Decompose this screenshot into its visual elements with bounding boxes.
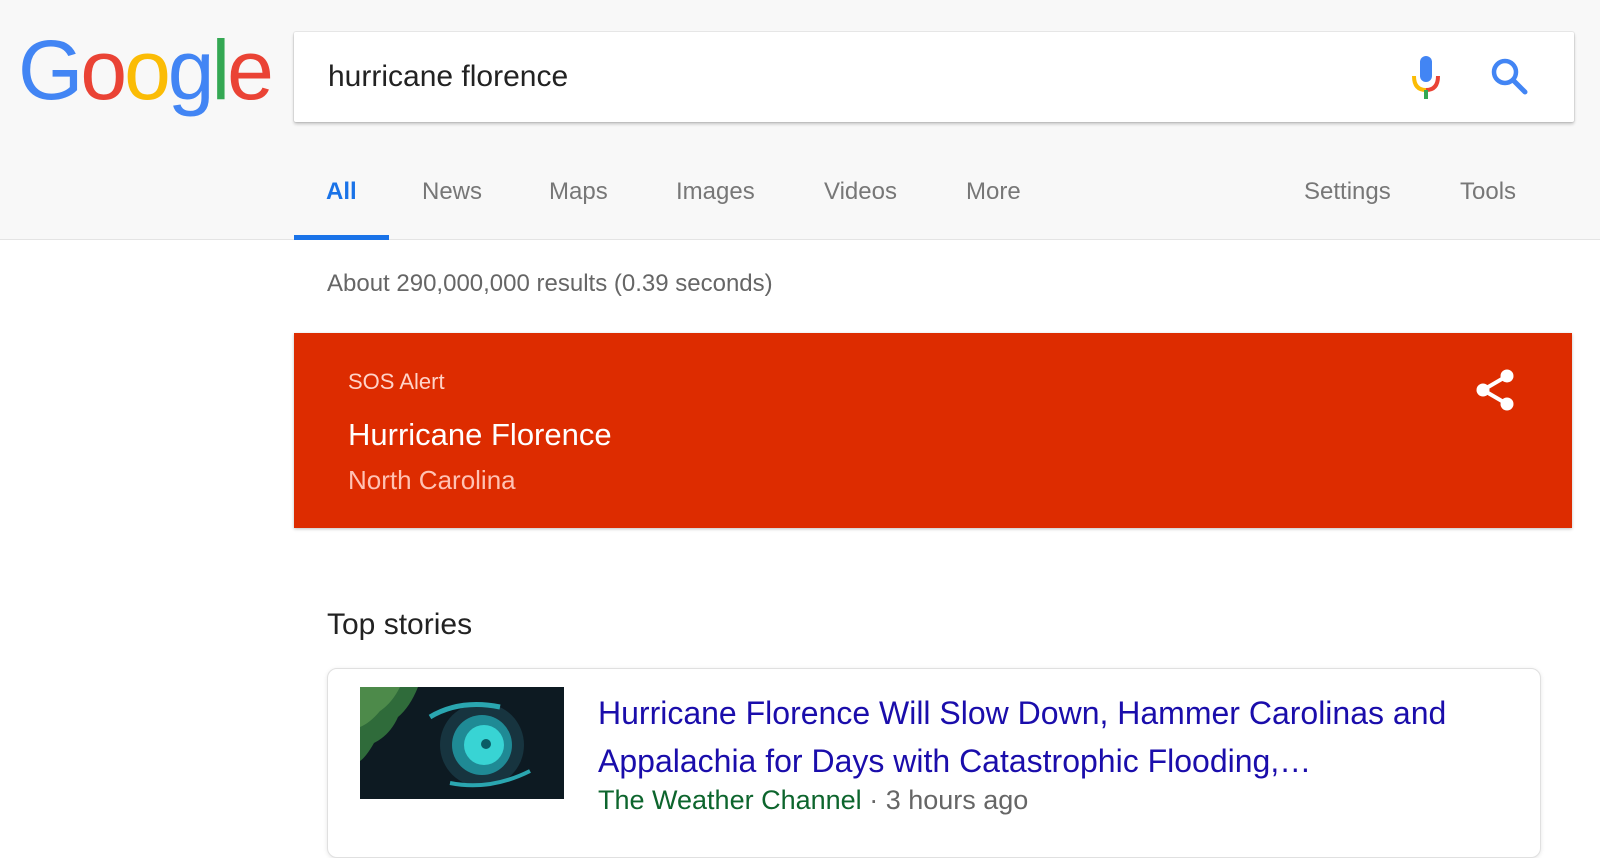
google-logo[interactable]: Google bbox=[18, 23, 274, 117]
search-header: Google hurricane florence All News Maps … bbox=[0, 0, 1600, 240]
tab-news[interactable]: News bbox=[390, 178, 514, 240]
search-icon[interactable] bbox=[1489, 56, 1529, 96]
tab-maps[interactable]: Maps bbox=[517, 178, 640, 240]
tab-images[interactable]: Images bbox=[644, 178, 787, 240]
top-stories-heading: Top stories bbox=[327, 608, 473, 641]
sos-alert-title: Hurricane Florence bbox=[348, 417, 612, 452]
story-separator: · bbox=[869, 785, 879, 815]
tab-videos[interactable]: Videos bbox=[792, 178, 929, 240]
story-title-link[interactable]: Hurricane Florence Will Slow Down, Hamme… bbox=[598, 689, 1498, 785]
story-card[interactable]: Hurricane Florence Will Slow Down, Hamme… bbox=[327, 668, 1541, 858]
story-source: The Weather Channel bbox=[598, 785, 862, 815]
logo-letter-o2: o bbox=[124, 23, 171, 117]
logo-letter-g2: g bbox=[167, 23, 215, 117]
story-meta: The Weather Channel · 3 hours ago bbox=[598, 785, 1028, 816]
results-stats: About 290,000,000 results (0.39 seconds) bbox=[327, 270, 773, 297]
tab-more[interactable]: More bbox=[934, 178, 1053, 240]
logo-letter-g: G bbox=[18, 23, 83, 117]
sos-alert-location: North Carolina bbox=[348, 465, 516, 495]
logo-letter-l: l bbox=[211, 23, 231, 117]
tab-tools[interactable]: Tools bbox=[1428, 178, 1548, 240]
search-input[interactable]: hurricane florence bbox=[328, 60, 568, 94]
search-box[interactable]: hurricane florence bbox=[294, 32, 1574, 122]
story-thumbnail[interactable] bbox=[360, 687, 564, 799]
logo-letter-e: e bbox=[227, 23, 274, 117]
microphone-icon[interactable] bbox=[1409, 54, 1443, 100]
sos-alert-card[interactable]: SOS Alert Hurricane Florence North Carol… bbox=[294, 333, 1572, 528]
share-icon[interactable] bbox=[1474, 367, 1516, 413]
story-time: 3 hours ago bbox=[885, 785, 1029, 815]
sos-alert-label: SOS Alert bbox=[348, 369, 445, 394]
search-tabs: All News Maps Images Videos More Setting… bbox=[294, 170, 1594, 240]
logo-letter-o1: o bbox=[80, 23, 127, 117]
tab-settings[interactable]: Settings bbox=[1272, 178, 1423, 240]
tab-all[interactable]: All bbox=[294, 178, 389, 240]
